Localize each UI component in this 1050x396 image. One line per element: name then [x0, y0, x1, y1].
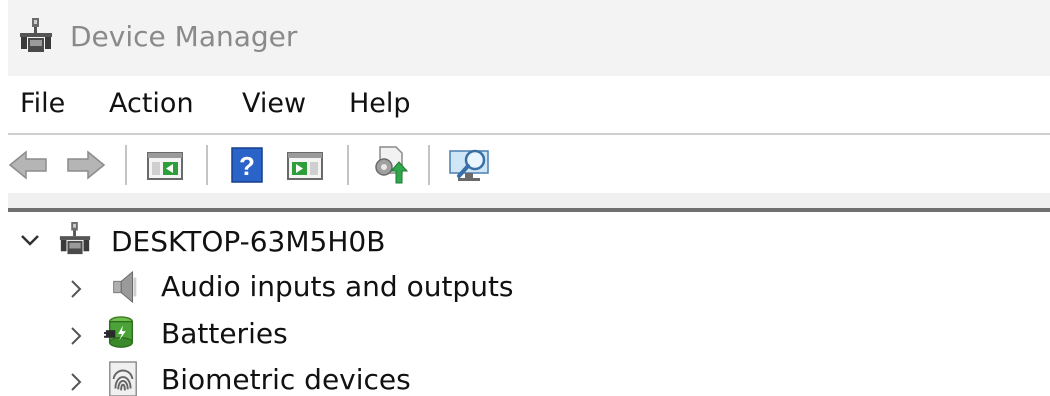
tree-root-label: DESKTOP-63M5H0B: [111, 225, 386, 258]
update-driver-icon[interactable]: [366, 143, 410, 187]
device-tree: DESKTOP-63M5H0B Audio inputs and outputs: [0, 212, 1050, 396]
back-arrow-icon[interactable]: [6, 143, 50, 187]
title-bar[interactable]: Device Manager: [8, 0, 1050, 76]
menu-help[interactable]: Help: [349, 86, 411, 122]
device-manager-window: Device Manager File Action View Help ? D…: [0, 0, 1050, 396]
help-icon[interactable]: ?: [226, 143, 270, 187]
show-hide-console-tree-icon[interactable]: [142, 143, 186, 187]
forward-arrow-icon[interactable]: [64, 143, 108, 187]
menu-file[interactable]: File: [20, 86, 65, 122]
tree-item-audio[interactable]: Audio inputs and outputs: [0, 265, 1050, 311]
chevron-down-icon[interactable]: [18, 228, 42, 252]
computer-icon: [59, 222, 91, 255]
window-title: Device Manager: [70, 20, 298, 53]
chevron-right-icon[interactable]: [64, 277, 88, 301]
svg-text:?: ?: [239, 151, 255, 181]
chevron-right-icon[interactable]: [64, 370, 88, 394]
menu-bar: File Action View Help: [8, 76, 1050, 133]
toolbar-bottom-band: [8, 193, 1050, 208]
tree-root-row[interactable]: DESKTOP-63M5H0B: [0, 218, 1050, 264]
battery-icon: [104, 316, 134, 348]
toolbar-separator: [428, 145, 430, 185]
tree-item-batteries[interactable]: Batteries: [0, 312, 1050, 358]
tree-item-label: Audio inputs and outputs: [161, 270, 514, 303]
menu-action[interactable]: Action: [109, 86, 194, 122]
toolbar: ?: [0, 135, 1050, 193]
fingerprint-icon: [109, 361, 137, 396]
tree-item-label: Biometric devices: [161, 363, 411, 396]
speaker-icon: [113, 270, 137, 304]
tree-item-label: Batteries: [161, 317, 288, 350]
device-manager-icon: [20, 18, 52, 52]
show-hide-action-pane-icon[interactable]: [284, 143, 328, 187]
tree-item-biometric[interactable]: Biometric devices: [0, 358, 1050, 396]
toolbar-separator: [125, 145, 127, 185]
toolbar-separator: [206, 145, 208, 185]
chevron-right-icon[interactable]: [64, 324, 88, 348]
scan-hardware-changes-icon[interactable]: [448, 143, 492, 187]
menu-view[interactable]: View: [242, 86, 306, 122]
toolbar-separator: [347, 145, 349, 185]
